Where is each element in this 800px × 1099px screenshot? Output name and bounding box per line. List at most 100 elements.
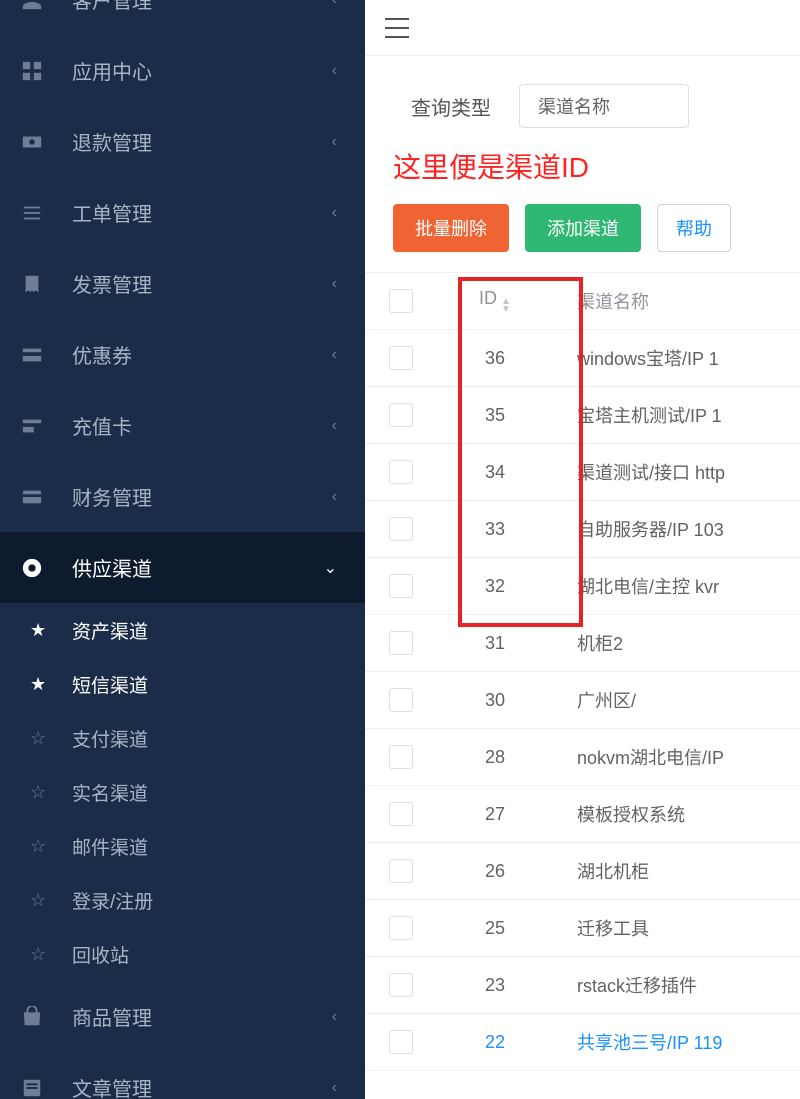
- table-row: 32 湖北电信/主控 kvr: [365, 558, 800, 615]
- refund-icon: [20, 130, 44, 154]
- cell-id: 22: [437, 1032, 553, 1053]
- cell-name: rstack迁移插件: [553, 972, 800, 998]
- sidebar-item-label: 退款管理: [72, 127, 152, 156]
- table-row: 27 模板授权系统: [365, 786, 800, 843]
- sidebar-item-工单管理[interactable]: 工单管理‹: [0, 177, 365, 248]
- cell-id: 34: [437, 462, 553, 483]
- sidebar-item-退款管理[interactable]: 退款管理 ‹: [0, 106, 365, 177]
- cell-id: 30: [437, 690, 553, 711]
- chevron-right-icon: ‹: [332, 204, 337, 222]
- grid-icon: [20, 59, 44, 83]
- sidebar-item-label: 资产渠道: [72, 617, 148, 644]
- cell-name: 机柜2: [553, 630, 800, 656]
- table-row: 28 nokvm湖北电信/IP: [365, 729, 800, 786]
- chevron-right-icon: ‹: [332, 275, 337, 293]
- table-row: 23 rstack迁移插件: [365, 957, 800, 1014]
- sidebar-item-文章管理[interactable]: 文章管理‹: [0, 1052, 365, 1099]
- cell-name: 湖北机柜: [553, 858, 800, 884]
- cell-name: 湖北电信/主控 kvr: [553, 573, 800, 599]
- sidebar-item-label: 供应渠道: [72, 553, 152, 582]
- row-checkbox[interactable]: [389, 802, 413, 826]
- cell-name: 模板授权系统: [553, 801, 800, 827]
- cell-id: 36: [437, 348, 553, 369]
- sidebar-subitem-回收站[interactable]: ☆ 回收站: [0, 927, 365, 981]
- action-bar: 批量删除 添加渠道 帮助: [365, 204, 800, 252]
- chevron-right-icon: ‹: [332, 1079, 337, 1097]
- sidebar-item-充值卡[interactable]: 充值卡‹: [0, 390, 365, 461]
- card-icon: [20, 414, 44, 438]
- row-checkbox[interactable]: [389, 403, 413, 427]
- sidebar-item-label: 应用中心: [72, 56, 152, 85]
- add-channel-button[interactable]: 添加渠道: [525, 204, 641, 252]
- row-checkbox[interactable]: [389, 745, 413, 769]
- main-panel: 查询类型 渠道名称 这里便是渠道ID 批量删除 添加渠道 帮助 ID▲▼ 渠道名…: [365, 0, 800, 1099]
- sidebar-subitem-支付渠道[interactable]: ☆支付渠道: [0, 711, 365, 765]
- row-checkbox[interactable]: [389, 574, 413, 598]
- sidebar-item-财务管理[interactable]: 财务管理 ‹: [0, 461, 365, 532]
- batch-delete-button[interactable]: 批量删除: [393, 204, 509, 252]
- column-header-name[interactable]: 渠道名称: [553, 288, 800, 314]
- row-checkbox[interactable]: [389, 346, 413, 370]
- cell-id: 33: [437, 519, 553, 540]
- menu-toggle-icon[interactable]: [385, 18, 409, 38]
- star-icon: ☆: [30, 944, 50, 965]
- invoice-icon: [20, 272, 44, 296]
- sidebar-item-商品管理[interactable]: 商品管理 ‹: [0, 981, 365, 1052]
- row-checkbox[interactable]: [389, 688, 413, 712]
- star-icon: ☆: [30, 728, 50, 749]
- select-all-checkbox[interactable]: [389, 289, 413, 313]
- star-icon: ☆: [30, 782, 50, 803]
- sidebar-item-label: 商品管理: [72, 1002, 152, 1031]
- cell-id: 28: [437, 747, 553, 768]
- row-checkbox[interactable]: [389, 517, 413, 541]
- chevron-right-icon: ‹: [332, 417, 337, 435]
- star-icon: ★: [30, 620, 50, 641]
- cell-name: windows宝塔/IP 1: [553, 345, 800, 371]
- column-header-id[interactable]: ID▲▼: [437, 288, 553, 314]
- cell-name: 渠道测试/接口 http: [553, 459, 800, 485]
- sort-icon: ▲▼: [501, 298, 511, 314]
- chevron-right-icon: ‹: [332, 346, 337, 364]
- sidebar-item-优惠券[interactable]: 优惠券‹: [0, 319, 365, 390]
- table-row: 31 机柜2: [365, 615, 800, 672]
- cell-id: 26: [437, 861, 553, 882]
- chevron-right-icon: ‹: [332, 1008, 337, 1026]
- sidebar-subitem-登录/注册[interactable]: ☆登录/注册: [0, 873, 365, 927]
- bag-icon: [20, 1005, 44, 1029]
- table-row: 30 广州区/: [365, 672, 800, 729]
- sidebar-item-客户管理[interactable]: 客户管理‹: [0, 0, 365, 35]
- sidebar-subitem-邮件渠道[interactable]: ☆邮件渠道: [0, 819, 365, 873]
- chevron-right-icon: ‹: [332, 133, 337, 151]
- sidebar-item-应用中心[interactable]: 应用中心 ‹: [0, 35, 365, 106]
- help-button[interactable]: 帮助: [657, 204, 731, 252]
- table-row: 25 迁移工具: [365, 900, 800, 957]
- supply-icon: [20, 556, 44, 580]
- table-header: ID▲▼ 渠道名称: [365, 273, 800, 330]
- sidebar-item-发票管理[interactable]: 发票管理‹: [0, 248, 365, 319]
- row-checkbox[interactable]: [389, 460, 413, 484]
- row-checkbox[interactable]: [389, 859, 413, 883]
- chevron-right-icon: ‹: [332, 488, 337, 506]
- row-checkbox[interactable]: [389, 1030, 413, 1054]
- chevron-right-icon: ‹: [332, 62, 337, 80]
- cell-name[interactable]: 共享池三号/IP 119: [553, 1029, 800, 1055]
- sidebar-item-label: 回收站: [72, 941, 129, 968]
- sidebar-item-label: 财务管理: [72, 482, 152, 511]
- sidebar-subitem-资产渠道[interactable]: ★ 资产渠道: [0, 603, 365, 657]
- row-checkbox[interactable]: [389, 916, 413, 940]
- row-checkbox[interactable]: [389, 973, 413, 997]
- cell-id: 25: [437, 918, 553, 939]
- sidebar-item-供应渠道[interactable]: 供应渠道⌄: [0, 532, 365, 603]
- table-row: 36 windows宝塔/IP 1: [365, 330, 800, 387]
- row-checkbox[interactable]: [389, 631, 413, 655]
- sidebar-item-label: 客户管理: [72, 0, 152, 14]
- cell-name: nokvm湖北电信/IP: [553, 744, 800, 770]
- sidebar-subitem-短信渠道[interactable]: ★短信渠道: [0, 657, 365, 711]
- sidebar-subitem-实名渠道[interactable]: ☆ 实名渠道: [0, 765, 365, 819]
- sidebar-item-label: 实名渠道: [72, 779, 148, 806]
- cell-id: 23: [437, 975, 553, 996]
- filter-type-select[interactable]: 渠道名称: [519, 84, 689, 128]
- channel-table: ID▲▼ 渠道名称 36 windows宝塔/IP 1 35 宝塔主机测试/IP…: [365, 272, 800, 1071]
- cell-name: 广州区/: [553, 687, 800, 713]
- cell-id: 27: [437, 804, 553, 825]
